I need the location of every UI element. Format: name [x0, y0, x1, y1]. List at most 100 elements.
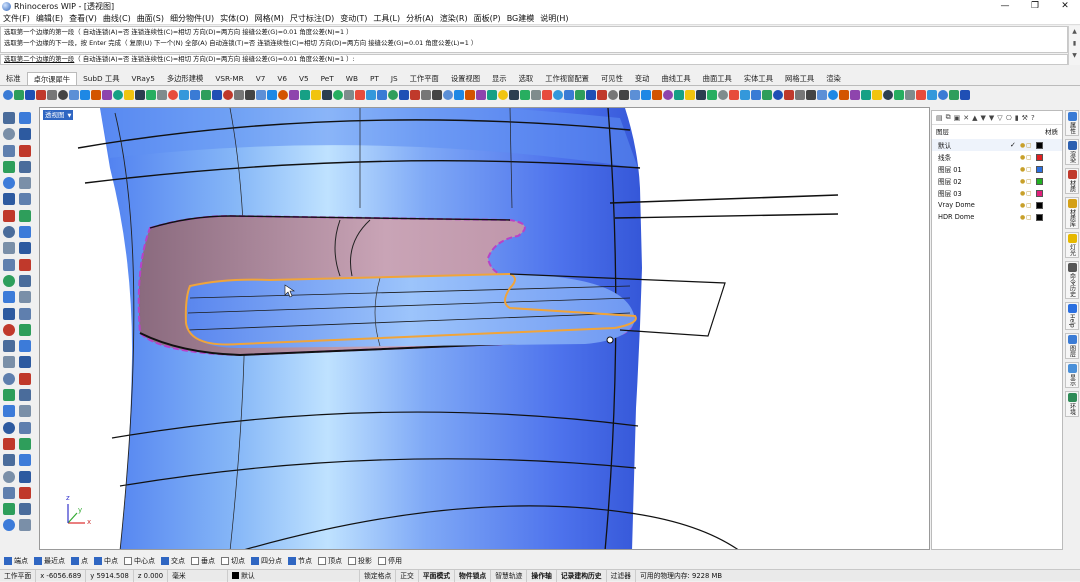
layer-row[interactable]: Vray Dome ● ▢ — [932, 199, 1062, 211]
toolbar-tool-icon[interactable] — [619, 90, 629, 100]
status-layer[interactable]: 默认 — [228, 569, 361, 582]
lock-icon[interactable]: ▢ — [1026, 202, 1034, 209]
toolbar-tab[interactable]: 变动 — [629, 72, 656, 85]
left-tool-icon[interactable] — [19, 242, 31, 255]
osnap-checkbox[interactable] — [71, 556, 79, 565]
osnap-checkbox[interactable] — [251, 556, 259, 565]
toolbar-tab[interactable]: 标准 — [0, 72, 27, 85]
status-toggle[interactable]: 正交 — [396, 569, 419, 582]
toolbar-tool-icon[interactable] — [190, 90, 200, 100]
scroll-thumb[interactable]: ▮ — [1069, 38, 1080, 50]
layer-row[interactable]: 图层 02 ● ▢ — [932, 175, 1062, 187]
toolbar-tool-icon[interactable] — [278, 90, 288, 100]
toolbar-tool-icon[interactable] — [795, 90, 805, 100]
osnap-option[interactable]: 四分点 — [251, 556, 282, 566]
toolbar-tool-icon[interactable] — [509, 90, 519, 100]
lock-icon[interactable]: ▢ — [1026, 178, 1034, 185]
layer-tool-icon[interactable]: ? — [1031, 114, 1035, 122]
toolbar-tool-icon[interactable] — [124, 90, 134, 100]
left-tool-icon[interactable] — [3, 421, 15, 434]
toolbar-tool-icon[interactable] — [300, 90, 310, 100]
toolbar-tool-icon[interactable] — [14, 90, 24, 100]
osnap-option[interactable]: 顶点 — [318, 556, 342, 566]
left-tool-icon[interactable] — [3, 144, 15, 157]
command-prompt-options[interactable]: （ 自动连锁(A)=否 连锁连续性(C)=相切 方向(D)=两方向 接缝公差(G… — [74, 55, 354, 63]
toolbar-tab[interactable]: WB — [340, 72, 364, 85]
toolbar-tool-icon[interactable] — [245, 90, 255, 100]
left-tool-icon[interactable] — [19, 454, 31, 467]
toolbar-tool-icon[interactable] — [850, 90, 860, 100]
toolbar-tool-icon[interactable] — [773, 90, 783, 100]
osnap-option[interactable]: 端点 — [4, 556, 28, 566]
toolbar-tab[interactable]: 设置视图 — [445, 72, 486, 85]
left-tool-icon[interactable] — [19, 274, 31, 287]
layer-row[interactable]: HDR Dome ● ▢ — [932, 211, 1062, 223]
left-tool-icon[interactable] — [19, 421, 31, 434]
layer-name[interactable]: 线条 — [938, 152, 1010, 162]
osnap-checkbox[interactable] — [318, 556, 326, 565]
toolbar-tool-icon[interactable] — [839, 90, 849, 100]
toolbar-tool-icon[interactable] — [751, 90, 761, 100]
osnap-option[interactable]: 垂点 — [191, 556, 215, 566]
menu-item[interactable]: 渲染(R) — [437, 13, 471, 24]
toolbar-tool-icon[interactable] — [289, 90, 299, 100]
toolbar-tool-icon[interactable] — [58, 90, 68, 100]
left-tool-icon[interactable] — [19, 144, 31, 157]
left-tool-icon[interactable] — [3, 454, 15, 467]
status-toggle[interactable]: 锁定格点 — [360, 569, 397, 582]
lock-icon[interactable]: ▢ — [1026, 214, 1034, 221]
layer-color-swatch[interactable] — [1036, 213, 1043, 221]
layer-name[interactable]: 默认 — [938, 140, 1010, 150]
toolbar-tool-icon[interactable] — [608, 90, 618, 100]
close-button[interactable]: ✕ — [1050, 0, 1080, 12]
toolbar-tool-icon[interactable] — [883, 90, 893, 100]
toolbar-tool-icon[interactable] — [927, 90, 937, 100]
toolbar-tool-icon[interactable] — [322, 90, 332, 100]
layer-row[interactable]: 图层 03 ● ▢ — [932, 187, 1062, 199]
toolbar-tool-icon[interactable] — [421, 90, 431, 100]
toolbar-tool-icon[interactable] — [663, 90, 673, 100]
toolbar-tool-icon[interactable] — [410, 90, 420, 100]
menu-item[interactable]: 实体(O) — [217, 13, 252, 24]
toolbar-tool-icon[interactable] — [36, 90, 46, 100]
toolbar-tool-icon[interactable] — [399, 90, 409, 100]
left-tool-icon[interactable] — [3, 226, 15, 239]
layer-tool-icon[interactable]: ▼ — [989, 114, 994, 122]
toolbar-tool-icon[interactable] — [630, 90, 640, 100]
toolbar-tool-icon[interactable] — [542, 90, 552, 100]
toolbar-tool-icon[interactable] — [960, 90, 970, 100]
toolbar-tool-icon[interactable] — [69, 90, 79, 100]
toolbar-tool-icon[interactable] — [168, 90, 178, 100]
left-tool-icon[interactable] — [3, 291, 15, 304]
toolbar-tool-icon[interactable] — [498, 90, 508, 100]
left-tool-icon[interactable] — [19, 291, 31, 304]
layer-color-swatch[interactable] — [1036, 165, 1043, 173]
toolbar-tab[interactable]: 渲染 — [820, 72, 847, 85]
toolbar-tool-icon[interactable] — [80, 90, 90, 100]
toolbar-tool-icon[interactable] — [586, 90, 596, 100]
layer-color-swatch[interactable] — [1036, 177, 1043, 185]
status-toggle[interactable]: 平面模式 — [419, 569, 456, 582]
toolbar-tool-icon[interactable] — [3, 90, 13, 100]
toolbar-tool-icon[interactable] — [641, 90, 651, 100]
osnap-checkbox[interactable] — [378, 556, 386, 565]
layer-tool-icon[interactable]: ⎔ — [1006, 114, 1012, 122]
menu-item[interactable]: 编辑(E) — [33, 13, 66, 24]
chevron-down-icon[interactable]: ▼ — [68, 113, 72, 119]
toolbar-tool-icon[interactable] — [256, 90, 266, 100]
left-tool-icon[interactable] — [19, 307, 31, 320]
toolbar-tool-icon[interactable] — [388, 90, 398, 100]
osnap-checkbox[interactable] — [94, 556, 102, 565]
status-toggle[interactable]: 智慧轨迹 — [491, 569, 528, 582]
layer-row[interactable]: 默认 ✓ ● ▢ — [932, 139, 1062, 151]
osnap-option[interactable]: 最近点 — [34, 556, 65, 566]
toolbar-tab[interactable]: 工作视窗配置 — [539, 72, 595, 85]
toolbar-tool-icon[interactable] — [718, 90, 728, 100]
left-tool-icon[interactable] — [19, 356, 31, 369]
toolbar-tab[interactable]: V6 — [271, 72, 293, 85]
left-tool-icon[interactable] — [3, 323, 15, 336]
toolbar-tool-icon[interactable] — [487, 90, 497, 100]
layer-tool-icon[interactable]: ▣ — [954, 114, 961, 122]
left-tool-icon[interactable] — [3, 160, 15, 173]
toolbar-tool-icon[interactable] — [861, 90, 871, 100]
